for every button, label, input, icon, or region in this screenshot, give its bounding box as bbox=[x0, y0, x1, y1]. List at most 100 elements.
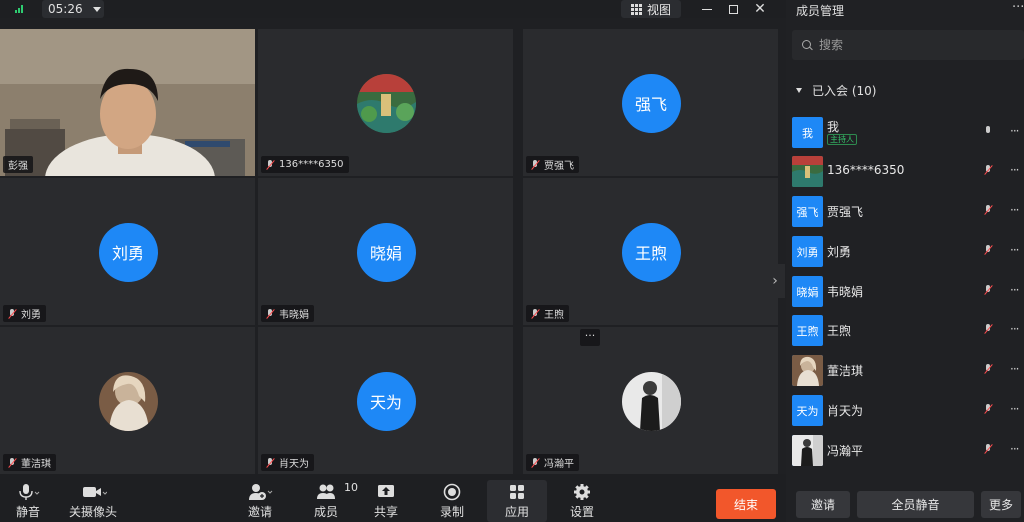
video-tile[interactable]: 136****6350 bbox=[258, 29, 513, 176]
participant-name: 彭强 bbox=[8, 161, 28, 172]
share-screen-icon bbox=[376, 481, 396, 503]
share-button[interactable]: 共享 bbox=[370, 480, 402, 522]
minimize-button[interactable] bbox=[699, 1, 715, 17]
panel-more-button[interactable]: ··· bbox=[1012, 0, 1024, 15]
apps-label: 应用 bbox=[504, 505, 529, 519]
member-row[interactable]: 我 我 主持人 ··· bbox=[792, 115, 1024, 149]
mic-muted-icon[interactable] bbox=[984, 364, 993, 374]
timer-text: 05:26 bbox=[48, 2, 83, 16]
participant-name: 刘勇 bbox=[21, 310, 41, 321]
close-button[interactable]: ✕ bbox=[752, 1, 768, 17]
mic-muted-icon[interactable] bbox=[984, 285, 993, 295]
mic-muted-icon[interactable] bbox=[984, 444, 993, 454]
member-row[interactable]: 强飞 贾强飞 ··· bbox=[792, 194, 1024, 228]
portrait-avatar-image bbox=[792, 435, 823, 466]
member-avatar bbox=[792, 435, 823, 466]
video-tile[interactable]: 王煦 王煦 bbox=[523, 178, 778, 325]
member-row[interactable]: 王煦 王煦 ··· bbox=[792, 313, 1024, 347]
portrait-avatar-image bbox=[792, 355, 823, 386]
chevron-right-icon: › bbox=[772, 273, 778, 289]
share-label: 共享 bbox=[373, 505, 398, 519]
participant-nametag: 贾强飞 bbox=[526, 156, 579, 173]
participant-name: 肖天为 bbox=[279, 459, 309, 470]
mic-muted-icon[interactable] bbox=[984, 245, 993, 255]
mic-muted-icon bbox=[266, 457, 275, 468]
joined-section-header[interactable]: 已入会 (10) bbox=[796, 82, 876, 99]
invite-button[interactable]: 邀请 bbox=[240, 480, 280, 522]
member-more-button[interactable]: ··· bbox=[1010, 124, 1020, 138]
member-row[interactable]: 董洁琪 ··· bbox=[792, 353, 1024, 387]
invite-member-button[interactable]: 邀请 bbox=[796, 491, 850, 518]
mic-muted-icon[interactable] bbox=[984, 205, 993, 215]
members-label: 成员 bbox=[313, 505, 338, 519]
member-more-button[interactable]: ··· bbox=[1010, 322, 1020, 336]
tile-more-button[interactable]: ··· bbox=[580, 329, 600, 346]
member-avatar: 我 bbox=[792, 117, 823, 148]
member-more-button[interactable]: ··· bbox=[1010, 362, 1020, 376]
video-tile[interactable]: 晓娟 韦晓娟 bbox=[258, 178, 513, 325]
view-button[interactable]: 视图 bbox=[621, 0, 681, 18]
portrait-avatar-image bbox=[98, 371, 158, 431]
member-name: 冯瀚平 bbox=[827, 444, 864, 458]
video-tile[interactable]: 冯瀚平 bbox=[523, 327, 778, 474]
record-button[interactable]: 录制 bbox=[436, 480, 468, 522]
more-options-button[interactable]: 更多 bbox=[981, 491, 1021, 518]
portrait-avatar-image bbox=[621, 371, 681, 431]
member-avatar: 王煦 bbox=[792, 315, 823, 346]
mute-label: 静音 bbox=[15, 505, 40, 519]
settings-button[interactable]: 设置 bbox=[566, 480, 598, 522]
mic-muted-icon[interactable] bbox=[984, 165, 993, 175]
member-avatar bbox=[792, 355, 823, 386]
member-name: 王煦 bbox=[827, 324, 852, 338]
member-more-button[interactable]: ··· bbox=[1010, 402, 1020, 416]
member-more-button[interactable]: ··· bbox=[1010, 163, 1020, 177]
search-icon bbox=[802, 39, 813, 51]
apps-grid-icon bbox=[508, 481, 526, 503]
video-tile[interactable]: 彭强 bbox=[0, 29, 255, 176]
landscape-avatar-image bbox=[792, 156, 823, 187]
meeting-timer[interactable]: 05:26 bbox=[42, 0, 104, 18]
mic-muted-icon[interactable] bbox=[984, 404, 993, 414]
participant-nametag: 冯瀚平 bbox=[526, 454, 579, 471]
members-icon: 10 bbox=[316, 481, 358, 503]
member-row[interactable]: 天为 肖天为 ··· bbox=[792, 393, 1024, 427]
participant-name: 韦晓娟 bbox=[279, 310, 309, 321]
next-page-button[interactable]: › bbox=[765, 264, 785, 298]
apps-button[interactable]: 应用 bbox=[487, 480, 547, 522]
video-tile[interactable]: 天为 肖天为 bbox=[258, 327, 513, 474]
invite-label: 邀请 bbox=[247, 505, 272, 519]
participant-nametag: 韦晓娟 bbox=[261, 305, 314, 322]
mic-muted-icon[interactable] bbox=[984, 324, 993, 334]
mic-muted-icon bbox=[531, 457, 540, 468]
member-more-button[interactable]: ··· bbox=[1010, 283, 1020, 297]
member-row[interactable]: 刘勇 刘勇 ··· bbox=[792, 234, 1024, 268]
participant-avatar bbox=[98, 371, 158, 431]
participant-nametag: 刘勇 bbox=[3, 305, 46, 322]
video-tile[interactable]: 强飞 贾强飞 bbox=[523, 29, 778, 176]
mute-all-button[interactable]: 全员静音 bbox=[857, 491, 974, 518]
panel-title: 成员管理 bbox=[796, 4, 845, 18]
meeting-toolbar: 静音 关摄像头 邀请 10 成员 共享 录制 应用 设置 bbox=[0, 474, 786, 522]
member-row[interactable]: 晓娟 韦晓娟 ··· bbox=[792, 274, 1024, 308]
camera-toggle-button[interactable]: 关摄像头 bbox=[66, 480, 120, 522]
video-tile[interactable]: 董洁琪 bbox=[0, 327, 255, 474]
participant-name: 冯瀚平 bbox=[544, 459, 574, 470]
member-more-button[interactable]: ··· bbox=[1010, 243, 1020, 257]
network-signal-icon bbox=[15, 5, 27, 13]
member-row[interactable]: 冯瀚平 ··· bbox=[792, 433, 1024, 467]
participant-nametag: 肖天为 bbox=[261, 454, 314, 471]
maximize-button[interactable] bbox=[725, 1, 741, 17]
microphone-icon[interactable] bbox=[984, 126, 993, 136]
search-input[interactable] bbox=[819, 38, 999, 52]
end-meeting-button[interactable]: 结束 bbox=[716, 489, 776, 519]
member-row[interactable]: 136****6350 ··· bbox=[792, 154, 1024, 188]
members-button[interactable]: 10 成员 bbox=[304, 480, 358, 522]
member-search[interactable] bbox=[792, 30, 1024, 60]
view-label: 视图 bbox=[646, 2, 671, 17]
member-more-button[interactable]: ··· bbox=[1010, 203, 1020, 217]
participant-avatar bbox=[356, 73, 416, 133]
mute-button[interactable]: 静音 bbox=[8, 480, 48, 522]
chevron-down-icon bbox=[92, 6, 101, 12]
member-more-button[interactable]: ··· bbox=[1010, 442, 1020, 456]
video-tile[interactable]: 刘勇 刘勇 bbox=[0, 178, 255, 325]
